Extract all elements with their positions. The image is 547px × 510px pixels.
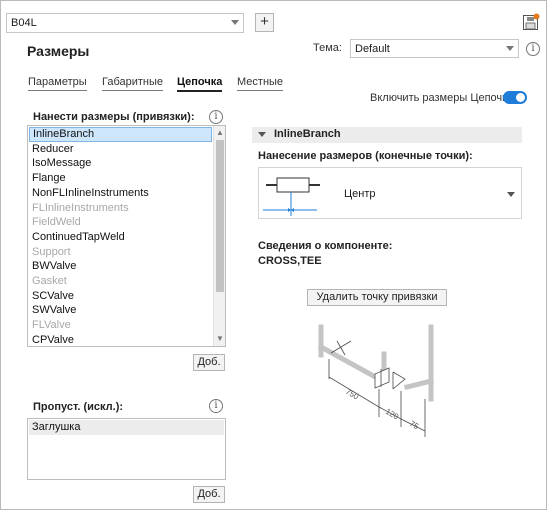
- save-export-icon[interactable]: [522, 13, 540, 31]
- scroll-down-icon[interactable]: ▼: [216, 335, 224, 343]
- add-attach-button[interactable]: Доб.: [193, 354, 225, 371]
- tab-label: Цепочка: [177, 76, 223, 88]
- tab-underline: [28, 90, 87, 91]
- theme-dropdown[interactable]: Default: [350, 39, 519, 58]
- component-info-value: CROSS,TEE: [258, 255, 322, 267]
- component-section-header[interactable]: InlineBranch: [252, 127, 522, 143]
- tab-parameters[interactable]: Параметры: [28, 76, 87, 91]
- page-title: Размеры: [27, 43, 90, 59]
- component-info-label: Сведения о компоненте:: [258, 240, 393, 252]
- drawing-style-dropdown[interactable]: B04L: [6, 13, 244, 33]
- component-section-title: InlineBranch: [274, 128, 341, 140]
- tab-overall[interactable]: Габаритные: [102, 76, 164, 91]
- scroll-thumb[interactable]: [216, 140, 224, 292]
- pipe-diagonal: [317, 343, 383, 383]
- list-scrollbar[interactable]: ▲ ▼: [213, 126, 225, 346]
- list-item: FieldWeld: [32, 216, 81, 229]
- enable-chain-dims-label: Включить размеры Цепочка:: [370, 92, 517, 104]
- scroll-up-icon[interactable]: ▲: [216, 129, 224, 137]
- tab-label: Параметры: [28, 76, 87, 88]
- info-icon[interactable]: i: [209, 110, 223, 124]
- list-item: FLInlineInstruments: [32, 201, 129, 214]
- tab-underline: [102, 90, 164, 91]
- dim-label: 750: [344, 387, 361, 402]
- tab-label: Габаритные: [102, 76, 164, 88]
- list-item[interactable]: Заглушка: [29, 420, 224, 435]
- endpoints-dropdown[interactable]: Центр: [258, 167, 522, 219]
- chevron-down-icon: [231, 20, 239, 25]
- isometric-preview: 750 120 75: [317, 324, 435, 437]
- list-item: Gasket: [32, 275, 67, 287]
- tab-label: Местные: [237, 76, 284, 88]
- dim-label: 120: [384, 407, 401, 422]
- list-item[interactable]: Flange: [29, 171, 212, 186]
- attach-section-label: Нанести размеры (привязки):: [33, 111, 195, 123]
- list-item: Support: [32, 245, 71, 258]
- delete-attach-point-button[interactable]: Удалить точку привязки: [307, 289, 447, 306]
- chevron-down-icon: [506, 46, 514, 51]
- dim-label: 75: [408, 419, 421, 432]
- dialog-window: B04L + Размеры Тема: Default i Параметры…: [0, 0, 547, 510]
- tab-local[interactable]: Местные: [237, 76, 284, 91]
- list-item[interactable]: CPValve: [29, 333, 212, 346]
- toggle-knob: [516, 93, 525, 102]
- list-item[interactable]: BWValve: [29, 259, 212, 274]
- list-item[interactable]: ContinuedTapWeld: [29, 230, 212, 245]
- tab-chain[interactable]: Цепочка: [177, 76, 223, 92]
- endpoints-value: Центр: [344, 188, 376, 200]
- tab-underline: [237, 90, 284, 91]
- enable-chain-dims-toggle[interactable]: [503, 91, 527, 104]
- info-icon[interactable]: i: [209, 399, 223, 413]
- list-item[interactable]: NonFLInlineInstruments: [29, 186, 212, 201]
- skip-list[interactable]: Заглушка: [27, 418, 226, 480]
- dimension-endpoint-icon: [263, 177, 320, 216]
- skip-section-label: Пропуст. (искл.):: [33, 401, 124, 413]
- list-item[interactable]: SWValve: [29, 303, 212, 318]
- list-item[interactable]: SCValve: [29, 289, 212, 304]
- theme-value: Default: [355, 43, 390, 55]
- theme-label: Тема:: [313, 42, 342, 54]
- list-item[interactable]: InlineBranch: [29, 127, 212, 142]
- list-item[interactable]: Reducer: [29, 142, 212, 157]
- tab-underline: [177, 90, 223, 92]
- collapse-triangle-icon: [258, 132, 266, 137]
- top-bar: B04L +: [1, 1, 546, 38]
- add-skip-button[interactable]: Доб.: [193, 486, 225, 503]
- endpoints-label: Нанесение размеров (конечные точки):: [258, 150, 473, 162]
- info-icon[interactable]: i: [526, 42, 540, 56]
- pipe-right-lower: [403, 377, 435, 391]
- add-style-button[interactable]: +: [255, 13, 274, 32]
- list-item: FLValve: [32, 319, 71, 332]
- drawing-style-value: B04L: [11, 17, 37, 29]
- list-item[interactable]: IsoMessage: [29, 156, 212, 171]
- chevron-down-icon: [507, 192, 515, 197]
- attach-points-list[interactable]: InlineBranch Reducer IsoMessage Flange NonFL…: [27, 125, 226, 347]
